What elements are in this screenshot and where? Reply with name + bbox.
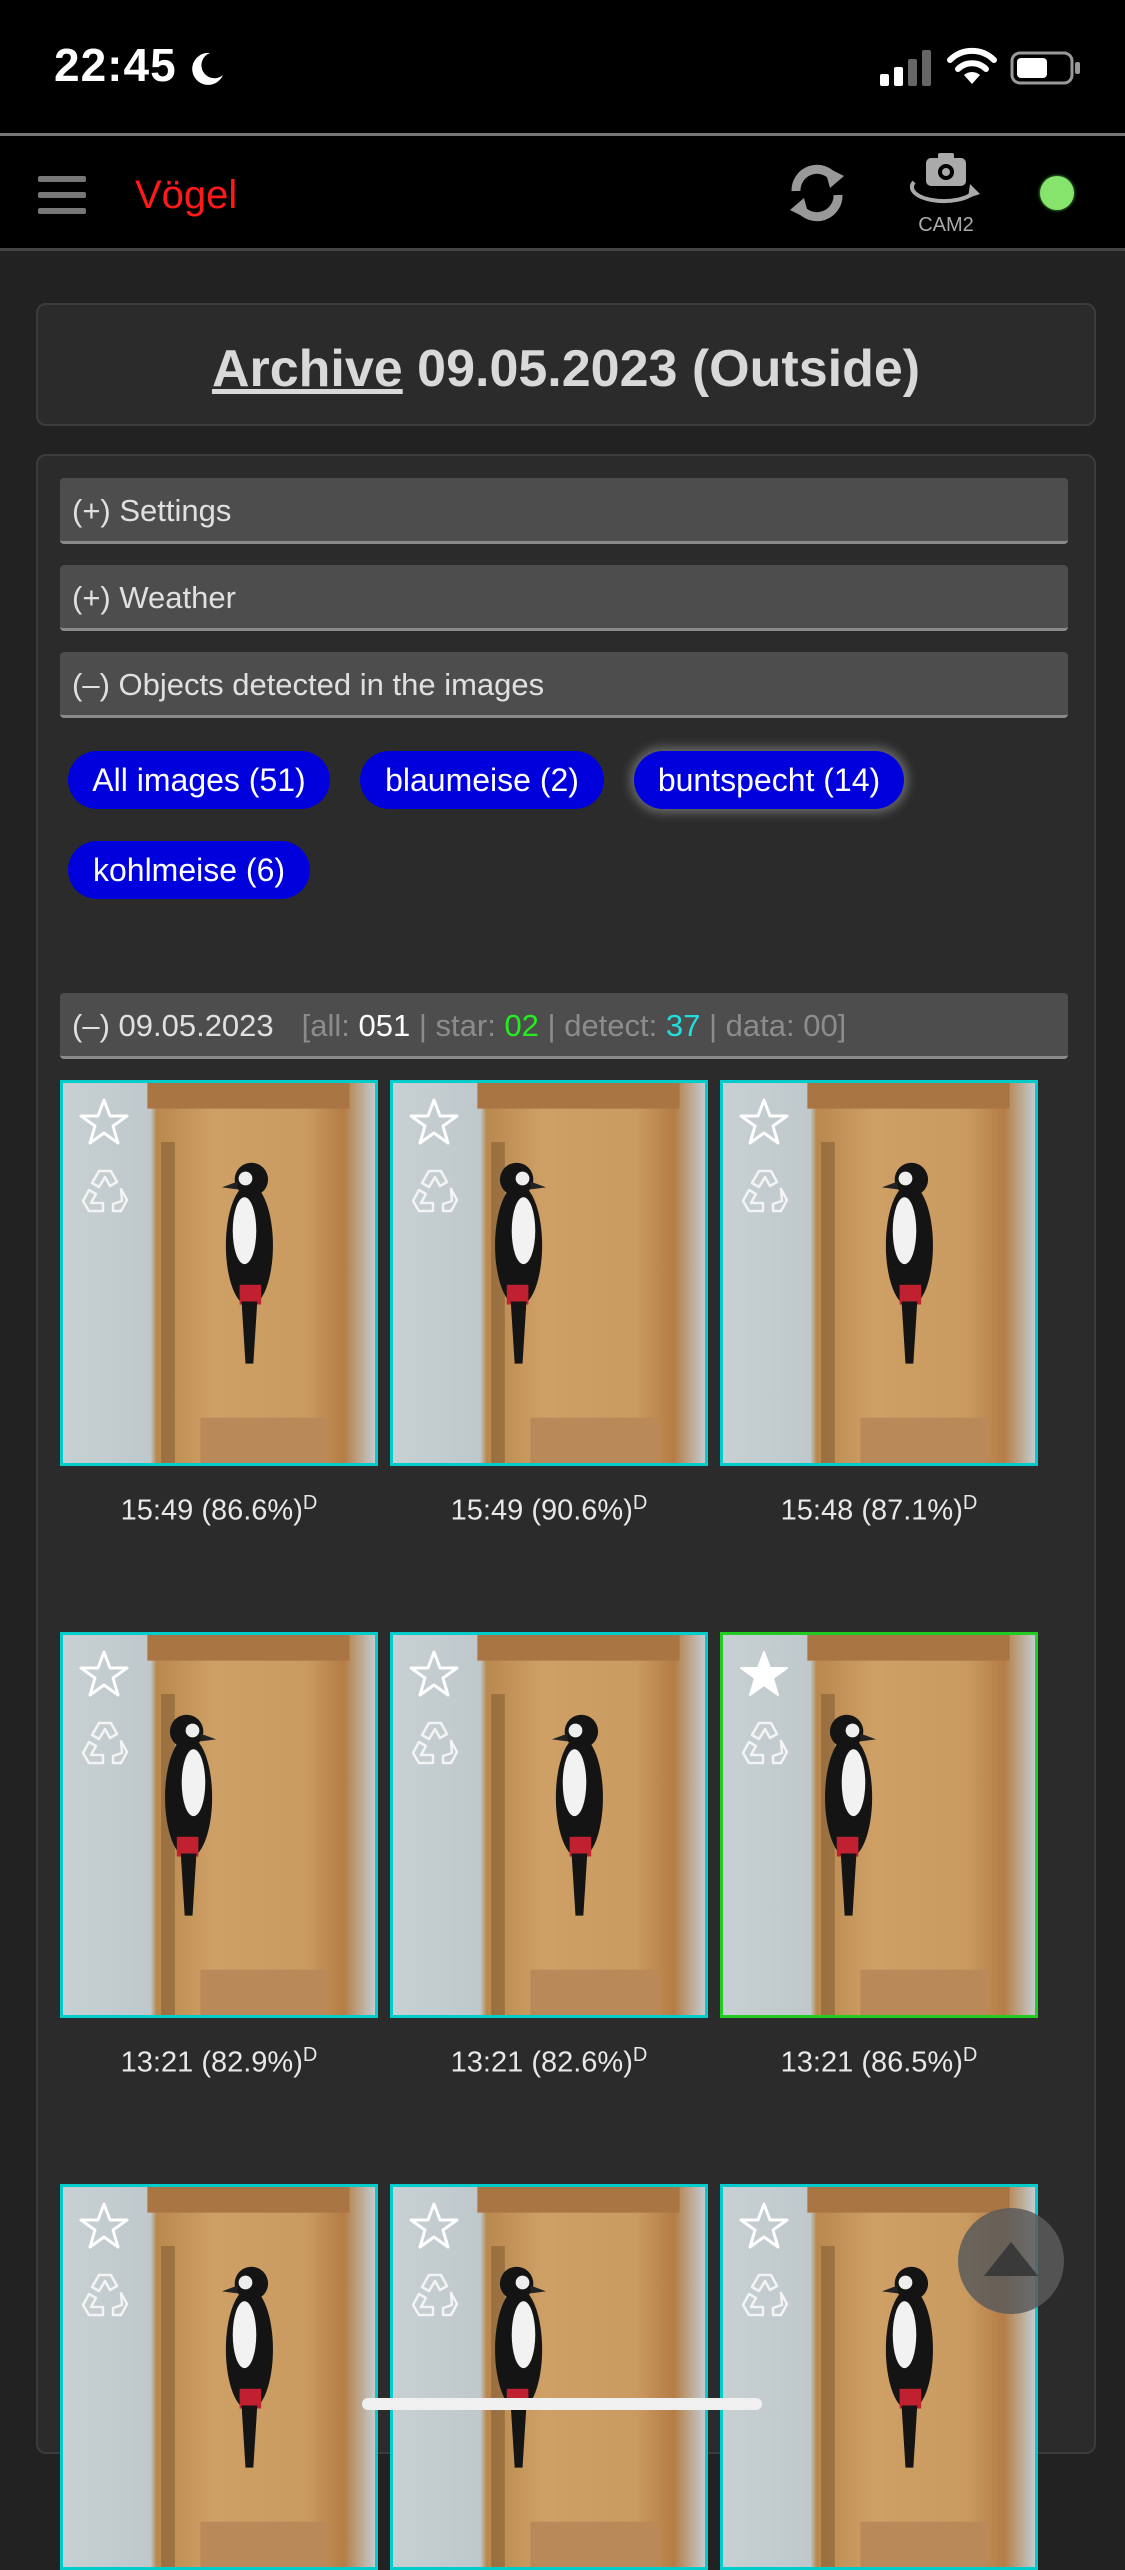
- count-detect: 37: [665, 1008, 701, 1043]
- page-title-box: Archive 09.05.2023 (Outside): [36, 303, 1096, 426]
- image-thumbnail[interactable]: [720, 1632, 1038, 2018]
- detection-mark: D: [632, 2044, 648, 2066]
- detection-mark: D: [302, 2044, 318, 2066]
- filter-blaumeise[interactable]: blaumeise (2): [360, 751, 604, 809]
- recycle-icon[interactable]: [407, 1163, 463, 1219]
- image-confidence: (87.1%): [861, 1494, 963, 1527]
- star-icon[interactable]: [409, 1649, 459, 1699]
- recycle-icon[interactable]: [77, 1163, 133, 1219]
- image-thumbnail[interactable]: [720, 1080, 1038, 1466]
- image-confidence: (86.5%): [861, 2046, 963, 2079]
- recycle-icon[interactable]: [737, 1715, 793, 1771]
- status-time: 22:45: [54, 39, 177, 91]
- settings-section-toggle[interactable]: (+) Settings: [60, 478, 1068, 544]
- moon-icon: [192, 52, 223, 85]
- archive-date-location: 09.05.2023 (Outside): [402, 340, 921, 398]
- day-group-toggle[interactable]: (–) 09.05.2023 [all: 051 | star: 02 | det…: [60, 993, 1068, 1059]
- recycle-icon[interactable]: [407, 2267, 463, 2323]
- image-time: 13:21: [120, 2046, 202, 2079]
- star-icon[interactable]: [409, 1097, 459, 1147]
- image-time: 13:21: [780, 2046, 862, 2079]
- star-icon[interactable]: [79, 1097, 129, 1147]
- status-bar: 22:45: [0, 0, 1125, 133]
- detection-mark: D: [962, 1492, 978, 1514]
- image-time: 15:48: [780, 1494, 862, 1527]
- star-icon[interactable]: [409, 2201, 459, 2251]
- day-group-header: (–) 09.05.2023 [all: 051 | star: 02 | det…: [72, 1008, 846, 1044]
- image-thumbnail[interactable]: [60, 2184, 378, 2570]
- image-confidence: (82.6%): [531, 2046, 633, 2079]
- arrow-up-icon: [984, 2242, 1038, 2276]
- day-group-label: (–) 09.05.2023: [72, 1008, 274, 1043]
- filter-kohlmeise[interactable]: kohlmeise (6): [68, 841, 310, 899]
- objects-section-label: (–) Objects detected in the images: [72, 667, 545, 702]
- weather-section-toggle[interactable]: (+) Weather: [60, 565, 1068, 631]
- connection-status-indicator: [1040, 176, 1074, 210]
- image-confidence: (86.6%): [201, 1494, 303, 1527]
- recycle-icon[interactable]: [737, 1163, 793, 1219]
- star-icon[interactable]: [79, 2201, 129, 2251]
- settings-section-label: (+) Settings: [72, 493, 232, 528]
- detection-mark: D: [962, 2044, 978, 2066]
- detection-mark: D: [632, 1492, 648, 1514]
- cellular-signal-icon: [880, 50, 931, 86]
- image-caption: 13:21 (82.9%)D: [60, 2044, 378, 2080]
- image-caption: 15:49 (90.6%)D: [390, 1492, 708, 1528]
- page-title: Archive 09.05.2023 (Outside): [38, 339, 1094, 399]
- image-time: 15:49: [450, 1494, 532, 1527]
- home-indicator: [362, 2398, 762, 2410]
- count-star: 02: [504, 1008, 539, 1043]
- app-title: Vögel: [135, 173, 238, 217]
- camera-switch-icon[interactable]: [908, 152, 984, 206]
- image-caption: 13:21 (86.5%)D: [720, 2044, 1038, 2080]
- star-icon[interactable]: [79, 1649, 129, 1699]
- star-icon[interactable]: [739, 1649, 789, 1699]
- image-time: 13:21: [450, 2046, 532, 2079]
- image-thumbnail[interactable]: [390, 1080, 708, 1466]
- objects-section-toggle[interactable]: (–) Objects detected in the images: [60, 652, 1068, 718]
- recycle-icon[interactable]: [77, 1715, 133, 1771]
- recycle-icon[interactable]: [77, 2267, 133, 2323]
- image-thumbnail[interactable]: [60, 1632, 378, 2018]
- day-stats: [all: 051 | star: 02 | detect: 37 | data…: [301, 1008, 847, 1043]
- wifi-icon: [947, 47, 997, 84]
- image-confidence: (90.6%): [531, 1494, 633, 1527]
- app-header: Vögel CAM2: [0, 133, 1125, 251]
- image-caption: 13:21 (82.6%)D: [390, 2044, 708, 2080]
- recycle-icon[interactable]: [407, 1715, 463, 1771]
- star-icon[interactable]: [739, 1097, 789, 1147]
- image-thumbnail[interactable]: [390, 1632, 708, 2018]
- filter-all-images[interactable]: All images (51): [68, 751, 330, 809]
- filter-buntspecht[interactable]: buntspecht (14): [634, 751, 904, 809]
- image-confidence: (82.9%): [201, 2046, 303, 2079]
- archive-link[interactable]: Archive: [212, 340, 403, 398]
- recycle-icon[interactable]: [737, 2267, 793, 2323]
- image-thumbnail[interactable]: [390, 2184, 708, 2570]
- weather-section-label: (+) Weather: [72, 580, 236, 615]
- scroll-to-top-button[interactable]: [958, 2208, 1064, 2314]
- image-caption: 15:48 (87.1%)D: [720, 1492, 1038, 1528]
- menu-icon[interactable]: [38, 176, 86, 214]
- image-thumbnail[interactable]: [60, 1080, 378, 1466]
- count-all: 051: [358, 1008, 411, 1043]
- detection-mark: D: [302, 1492, 318, 1514]
- image-time: 15:49: [120, 1494, 202, 1527]
- battery-icon: [1010, 51, 1080, 85]
- image-caption: 15:49 (86.6%)D: [60, 1492, 378, 1528]
- reload-icon[interactable]: [784, 158, 850, 228]
- camera-label: CAM2: [918, 214, 974, 236]
- star-icon[interactable]: [739, 2201, 789, 2251]
